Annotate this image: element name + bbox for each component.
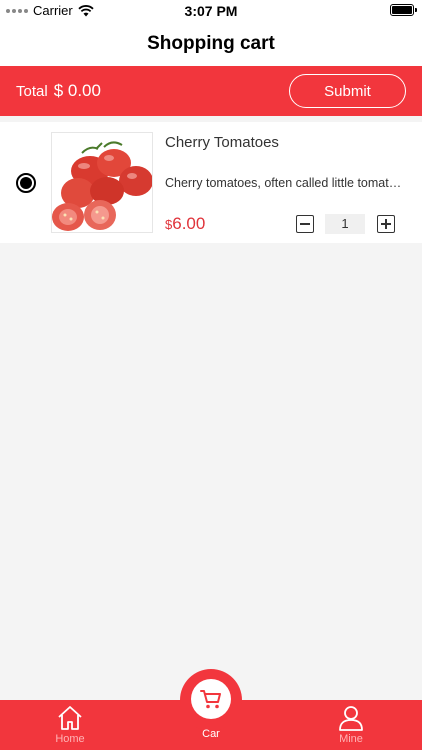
cart-icon bbox=[200, 690, 221, 709]
item-image[interactable] bbox=[51, 132, 153, 233]
item-price: $6.00 bbox=[165, 214, 205, 234]
total-value: $ 0.00 bbox=[53, 81, 101, 100]
quantity-increase-button[interactable] bbox=[377, 215, 395, 233]
submit-button[interactable]: Submit bbox=[289, 74, 406, 108]
tab-mine[interactable]: Mine bbox=[321, 700, 381, 750]
nav-bar: Shopping cart bbox=[0, 22, 422, 66]
tab-car-label: Car bbox=[202, 728, 220, 740]
status-bar: Carrier 3:07 PM bbox=[0, 0, 422, 22]
item-description: Cherry tomatoes, often called little tom… bbox=[165, 176, 405, 190]
price-amount: 6.00 bbox=[172, 214, 206, 233]
status-time: 3:07 PM bbox=[184, 3, 238, 19]
total-label: Total bbox=[16, 82, 48, 100]
item-select-radio[interactable] bbox=[16, 173, 36, 193]
tab-mine-label: Mine bbox=[339, 733, 363, 745]
tab-home[interactable]: Home bbox=[40, 700, 100, 750]
person-icon bbox=[339, 706, 363, 731]
total-bar: Total $ 0.00 Submit bbox=[0, 66, 422, 116]
quantity-value[interactable]: 1 bbox=[325, 214, 365, 234]
tab-home-label: Home bbox=[55, 733, 85, 745]
item-name[interactable]: Cherry Tomatoes bbox=[165, 134, 279, 151]
home-icon bbox=[58, 706, 82, 730]
page-title: Shopping cart bbox=[147, 33, 275, 54]
quantity-decrease-button[interactable] bbox=[296, 215, 314, 233]
tab-car[interactable] bbox=[180, 669, 242, 731]
cart-item: Cherry Tomatoes Cherry tomatoes, often c… bbox=[0, 122, 422, 243]
battery-icon bbox=[390, 4, 417, 16]
tomato-image-icon bbox=[52, 141, 152, 231]
cart-icon-circle bbox=[191, 679, 231, 719]
